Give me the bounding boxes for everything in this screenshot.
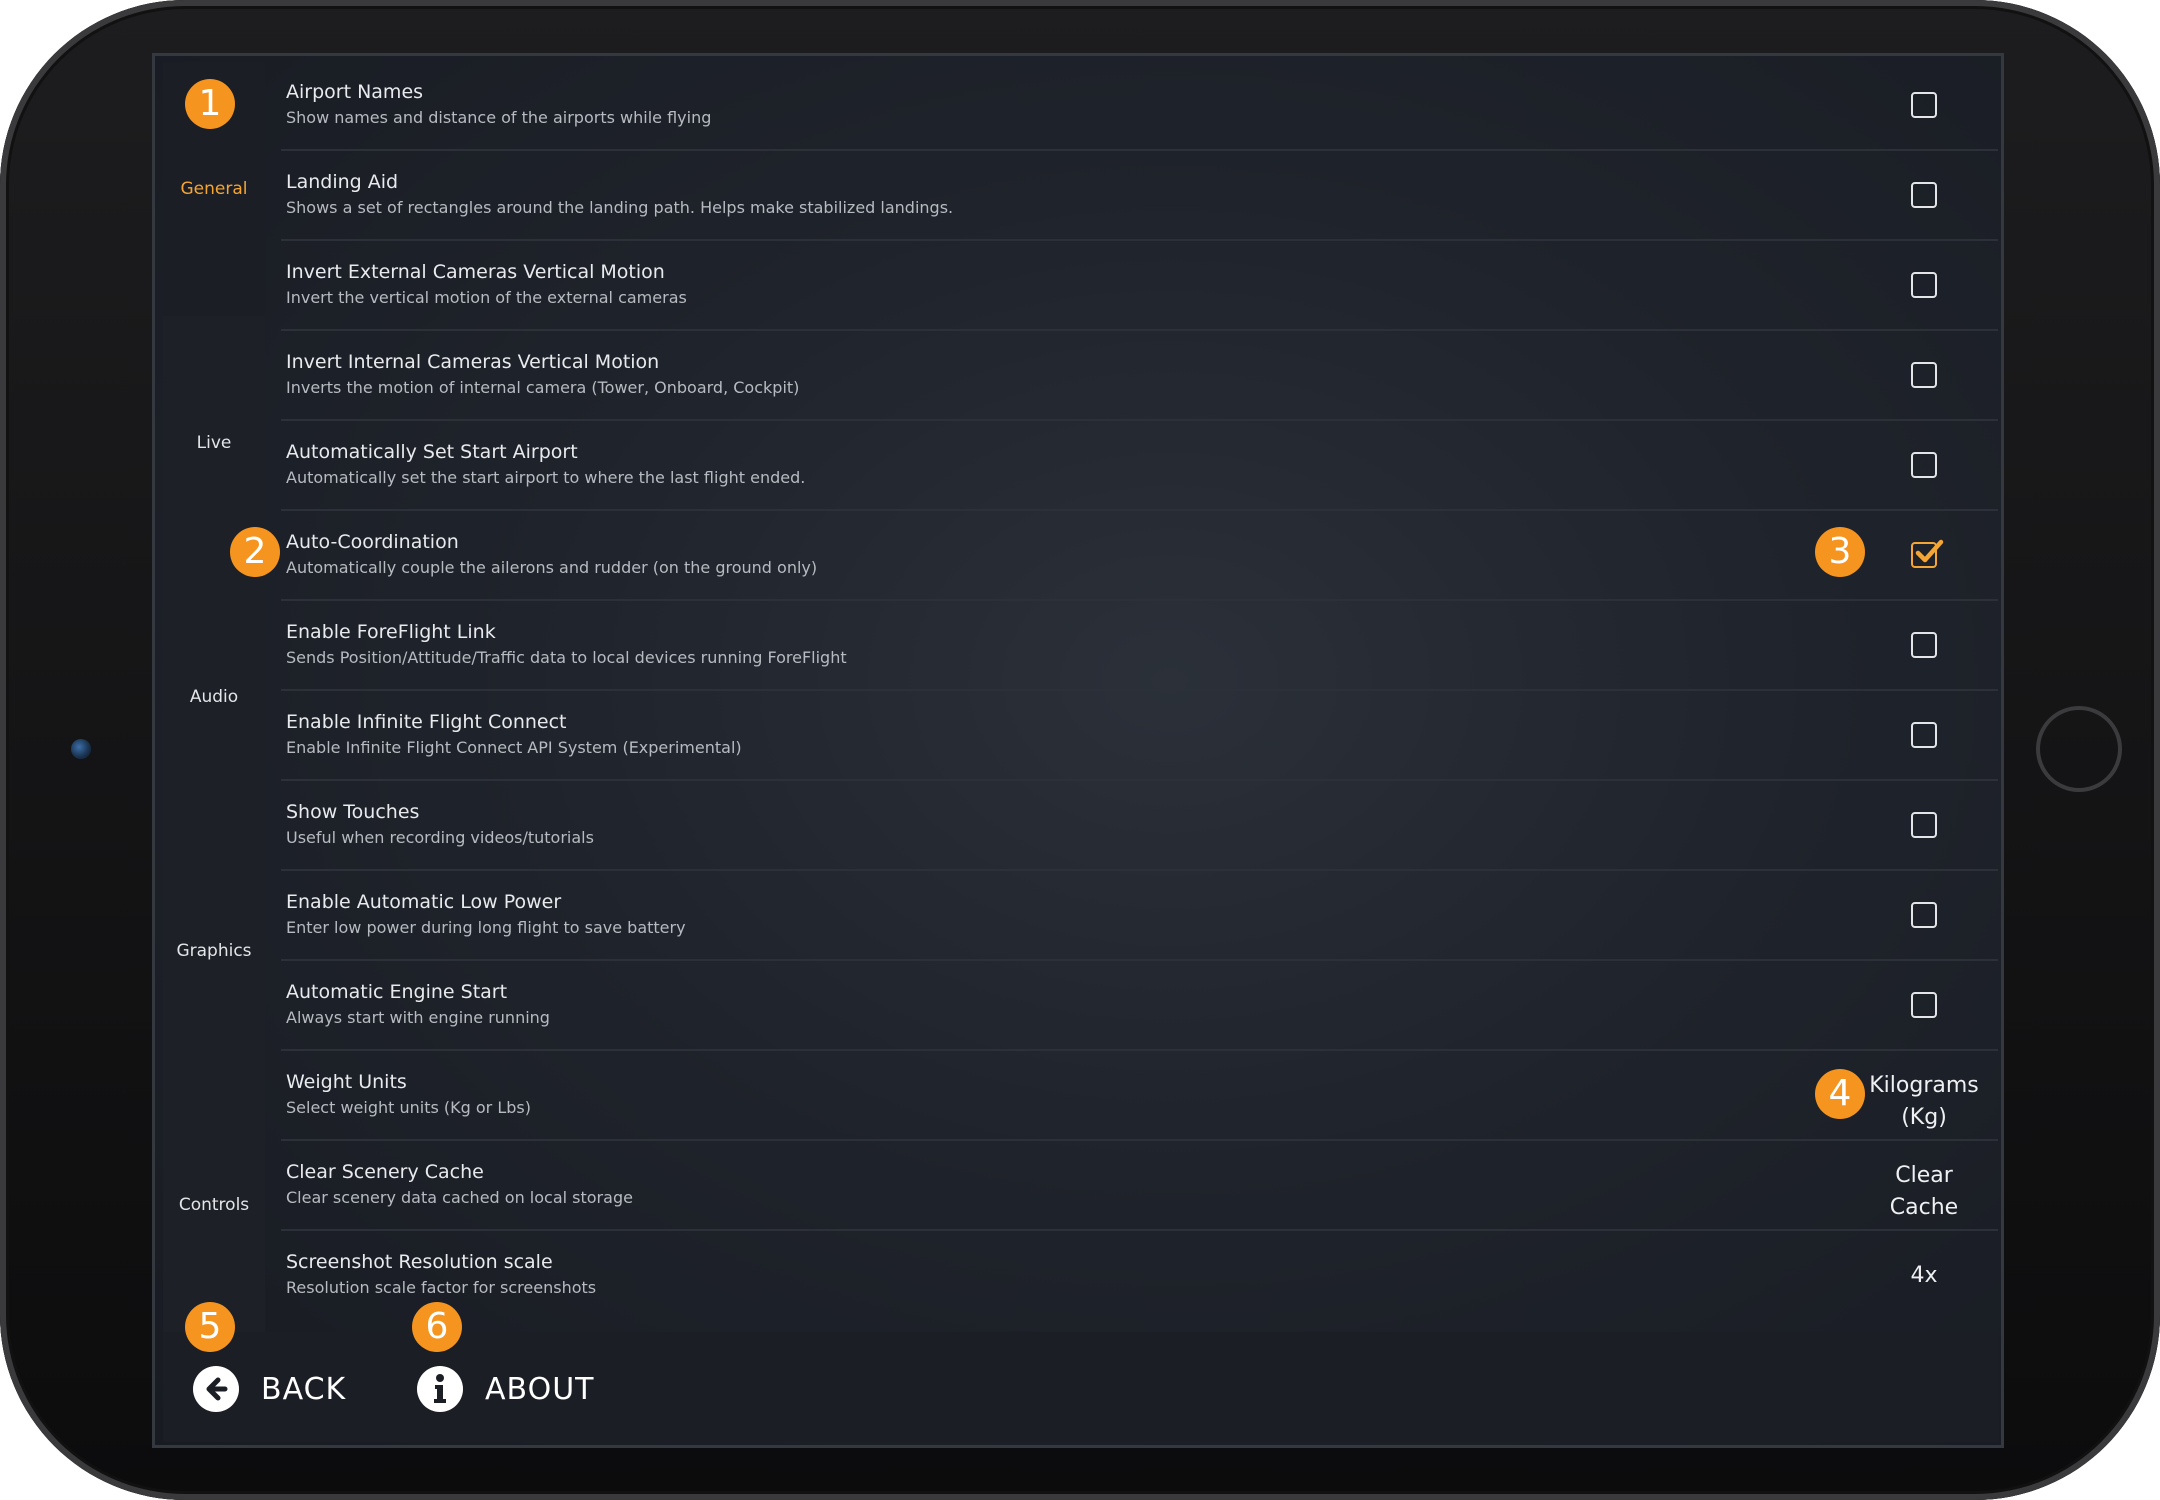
setting-row-foreflight-link: Enable ForeFlight Link Sends Position/At… [281, 602, 1998, 691]
info-circle-icon [417, 1366, 463, 1412]
foreflight-link-checkbox[interactable] [1911, 632, 1937, 658]
setting-description: Enable Infinite Flight Connect API Syste… [286, 738, 742, 757]
settings-screen: General Live Audio Graphics Controls Air… [152, 53, 2004, 1448]
about-button[interactable]: ABOUT [417, 1364, 594, 1414]
setting-title: Enable ForeFlight Link [286, 621, 496, 643]
sidebar-item-graphics[interactable]: Graphics [163, 824, 265, 1078]
setting-title: Landing Aid [286, 171, 399, 193]
setting-row-screenshot-resolution-scale: Screenshot Resolution scale Resolution s… [281, 1232, 1998, 1321]
back-label: BACK [261, 1371, 347, 1407]
weight-units-value-line1: Kilograms [1869, 1073, 1979, 1098]
setting-description: Resolution scale factor for screenshots [286, 1278, 597, 1297]
show-touches-checkbox[interactable] [1911, 812, 1937, 838]
setting-description: Enter low power during long flight to sa… [286, 918, 686, 937]
invert-external-cameras-checkbox[interactable] [1911, 272, 1937, 298]
category-sidebar: General Live Audio Graphics Controls [163, 62, 265, 1332]
setting-title: Weight Units [286, 1071, 407, 1093]
weight-units-value-line2: (Kg) [1901, 1105, 1947, 1130]
setting-title: Invert Internal Cameras Vertical Motion [286, 351, 660, 373]
setting-row-airport-names: Airport Names Show names and distance of… [281, 62, 1998, 151]
auto-start-airport-checkbox[interactable] [1911, 452, 1937, 478]
setting-row-invert-external-cameras: Invert External Cameras Vertical Motion … [281, 242, 1998, 331]
callout-badge-5: 5 [185, 1302, 235, 1352]
setting-description: Show names and distance of the airports … [286, 108, 712, 127]
clear-cache-label-line1: Clear [1895, 1163, 1953, 1188]
setting-title: Automatic Engine Start [286, 981, 508, 1003]
setting-row-automatic-engine-start: Automatic Engine Start Always start with… [281, 962, 1998, 1051]
setting-row-infinite-flight-connect: Enable Infinite Flight Connect Enable In… [281, 692, 1998, 781]
setting-title: Show Touches [286, 801, 420, 823]
automatic-low-power-checkbox[interactable] [1911, 902, 1937, 928]
callout-badge-3: 3 [1815, 527, 1865, 577]
setting-description: Inverts the motion of internal camera (T… [286, 378, 800, 397]
arrow-left-circle-icon [193, 1366, 239, 1412]
setting-description: Automatically couple the ailerons and ru… [286, 558, 818, 577]
clear-cache-label-line2: Cache [1889, 1195, 1959, 1220]
front-camera [71, 739, 91, 759]
invert-internal-cameras-checkbox[interactable] [1911, 362, 1937, 388]
setting-description: Always start with engine running [286, 1008, 550, 1027]
setting-title: Clear Scenery Cache [286, 1161, 484, 1183]
setting-description: Automatically set the start airport to w… [286, 468, 806, 487]
setting-row-show-touches: Show Touches Useful when recording video… [281, 782, 1998, 871]
setting-description: Clear scenery data cached on local stora… [286, 1188, 633, 1207]
home-button[interactable] [2036, 706, 2122, 792]
setting-description: Useful when recording videos/tutorials [286, 828, 594, 847]
auto-coordination-checkbox[interactable] [1911, 539, 1944, 568]
about-label: ABOUT [485, 1371, 595, 1407]
callout-badge-4: 4 [1815, 1069, 1865, 1119]
check-icon [1915, 539, 1944, 563]
setting-title: Enable Automatic Low Power [286, 891, 562, 913]
automatic-engine-start-checkbox[interactable] [1911, 992, 1937, 1018]
setting-row-weight-units: Weight Units Select weight units (Kg or … [281, 1052, 1998, 1141]
setting-title: Auto-Coordination [286, 531, 459, 553]
back-button[interactable]: BACK [193, 1364, 346, 1414]
setting-title: Automatically Set Start Airport [286, 441, 578, 463]
sidebar-item-controls[interactable]: Controls [163, 1078, 265, 1332]
airport-names-checkbox[interactable] [1911, 92, 1937, 118]
setting-row-clear-scenery-cache: Clear Scenery Cache Clear scenery data c… [281, 1142, 1998, 1231]
clear-cache-button[interactable]: Clear Cache [1851, 1160, 1997, 1224]
setting-description: Sends Position/Attitude/Traffic data to … [286, 648, 847, 667]
settings-list: Airport Names Show names and distance of… [281, 62, 1998, 1332]
sidebar-item-audio[interactable]: Audio [163, 570, 265, 824]
setting-description: Select weight units (Kg or Lbs) [286, 1098, 531, 1117]
infinite-flight-connect-checkbox[interactable] [1911, 722, 1937, 748]
setting-row-landing-aid: Landing Aid Shows a set of rectangles ar… [281, 152, 1998, 241]
setting-row-auto-coordination: Auto-Coordination Automatically couple t… [281, 512, 1998, 601]
setting-title: Screenshot Resolution scale [286, 1251, 553, 1273]
callout-badge-2: 2 [230, 527, 280, 577]
weight-units-selector[interactable]: Kilograms (Kg) [1851, 1070, 1997, 1134]
tablet-frame: General Live Audio Graphics Controls Air… [0, 0, 2160, 1500]
setting-title: Enable Infinite Flight Connect [286, 711, 567, 733]
setting-title: Airport Names [286, 81, 424, 103]
setting-title: Invert External Cameras Vertical Motion [286, 261, 665, 283]
screenshot-scale-selector[interactable]: 4x [1851, 1260, 1997, 1292]
setting-description: Invert the vertical motion of the extern… [286, 288, 687, 307]
callout-badge-6: 6 [412, 1302, 462, 1352]
setting-row-auto-start-airport: Automatically Set Start Airport Automati… [281, 422, 1998, 511]
callout-badge-1: 1 [185, 79, 235, 129]
setting-row-invert-internal-cameras: Invert Internal Cameras Vertical Motion … [281, 332, 1998, 421]
landing-aid-checkbox[interactable] [1911, 182, 1937, 208]
setting-description: Shows a set of rectangles around the lan… [286, 198, 954, 217]
setting-row-automatic-low-power: Enable Automatic Low Power Enter low pow… [281, 872, 1998, 961]
